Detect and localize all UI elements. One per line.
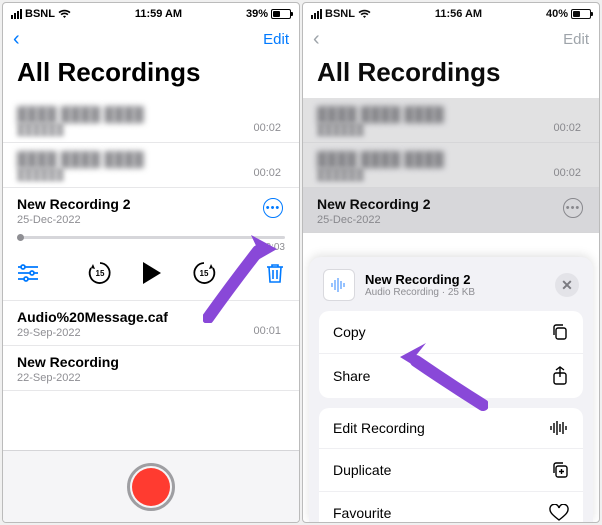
edit-button[interactable]: Edit bbox=[263, 31, 289, 48]
nav-bar: ‹ Edit bbox=[3, 25, 299, 53]
carrier-label: BSNL bbox=[25, 8, 55, 20]
sheet-thumbnail bbox=[323, 269, 355, 301]
waveform-icon bbox=[330, 276, 348, 294]
recording-sub: ██████ bbox=[17, 169, 285, 181]
battery-label: 40% bbox=[546, 8, 568, 20]
share-icon bbox=[551, 366, 569, 386]
play-icon[interactable] bbox=[141, 261, 163, 285]
rewind-15-icon[interactable]: 15 bbox=[87, 260, 113, 286]
recording-duration: 00:02 bbox=[553, 122, 581, 134]
recording-name: ████ ████ ████ bbox=[317, 151, 585, 167]
forward-15-icon[interactable]: 15 bbox=[191, 260, 217, 286]
page-title: All Recordings bbox=[3, 53, 299, 98]
nav-bar: ‹ Edit bbox=[303, 25, 599, 53]
edit-button[interactable]: Edit bbox=[563, 31, 589, 48]
status-bar: BSNL 11:59 AM 39% bbox=[3, 3, 299, 25]
sheet-title: New Recording 2 bbox=[365, 272, 545, 287]
back-button[interactable]: ‹ bbox=[13, 28, 20, 51]
list-item[interactable]: Audio%20Message.caf 29-Sep-2022 00:01 bbox=[3, 301, 299, 346]
close-button[interactable]: ✕ bbox=[555, 273, 579, 297]
list-item[interactable]: New Recording 22-Sep-2022 bbox=[3, 346, 299, 391]
list-item[interactable]: ████ ████ ████ ██████ 00:02 bbox=[303, 143, 599, 188]
clock-label: 11:59 AM bbox=[71, 8, 246, 20]
recording-date: 22-Sep-2022 bbox=[17, 372, 285, 384]
waveform-icon bbox=[549, 420, 569, 436]
record-button[interactable] bbox=[127, 463, 175, 511]
battery-icon bbox=[271, 9, 291, 19]
battery-icon bbox=[571, 9, 591, 19]
recording-name: New Recording bbox=[17, 354, 285, 370]
recording-date: 25-Dec-2022 bbox=[317, 214, 585, 226]
options-icon[interactable] bbox=[17, 264, 39, 282]
heart-icon bbox=[549, 504, 569, 522]
more-button[interactable]: ••• bbox=[563, 198, 583, 218]
battery-label: 39% bbox=[246, 8, 268, 20]
page-title: All Recordings bbox=[303, 53, 599, 98]
menu-label: Copy bbox=[333, 324, 366, 340]
share-sheet: New Recording 2 Audio Recording · 25 KB … bbox=[309, 257, 593, 522]
wifi-icon bbox=[58, 9, 71, 19]
back-button[interactable]: ‹ bbox=[313, 28, 320, 51]
menu-item-share[interactable]: Share bbox=[319, 353, 583, 398]
recording-duration: 00:02 bbox=[253, 167, 281, 179]
wifi-icon bbox=[358, 9, 371, 19]
screenshot-left: BSNL 11:59 AM 39% ‹ Edit All Recordings … bbox=[2, 2, 300, 523]
svg-text:15: 15 bbox=[96, 269, 105, 278]
recording-name: ████ ████ ████ bbox=[17, 151, 285, 167]
signal-icon bbox=[311, 9, 322, 19]
more-button[interactable]: ••• bbox=[263, 198, 283, 218]
recording-date: 25-Dec-2022 bbox=[17, 214, 285, 226]
menu-item-favourite[interactable]: Favourite bbox=[319, 491, 583, 523]
record-toolbar bbox=[3, 450, 299, 522]
recording-name: ████ ████ ████ bbox=[317, 106, 585, 122]
clock-label: 11:56 AM bbox=[371, 8, 546, 20]
recording-sub: ██████ bbox=[317, 169, 585, 181]
list-item[interactable]: ████ ████ ████ ██████ 00:02 bbox=[303, 98, 599, 143]
list-item-expanded[interactable]: New Recording 2 25-Dec-2022 ••• -0:03 15 bbox=[3, 188, 299, 301]
signal-icon bbox=[11, 9, 22, 19]
recordings-list: ████ ████ ████ ██████ 00:02 ████ ████ ██… bbox=[3, 98, 299, 391]
recording-duration: 00:02 bbox=[253, 122, 281, 134]
recording-name: Audio%20Message.caf bbox=[17, 309, 285, 325]
recording-sub: ██████ bbox=[17, 124, 285, 136]
sheet-subtitle: Audio Recording · 25 KB bbox=[365, 287, 545, 298]
time-remaining: -0:03 bbox=[262, 242, 285, 253]
menu-label: Favourite bbox=[333, 505, 391, 521]
recording-name: New Recording 2 bbox=[317, 196, 585, 212]
list-item[interactable]: ████ ████ ████ ██████ 00:02 bbox=[3, 143, 299, 188]
recording-name: New Recording 2 bbox=[17, 196, 285, 212]
carrier-label: BSNL bbox=[325, 8, 355, 20]
recording-duration: 00:01 bbox=[253, 325, 281, 337]
trash-icon[interactable] bbox=[265, 262, 285, 284]
list-item-selected[interactable]: New Recording 2 25-Dec-2022 ••• bbox=[303, 188, 599, 233]
list-item[interactable]: ████ ████ ████ ██████ 00:02 bbox=[3, 98, 299, 143]
recordings-list: ████ ████ ████ ██████ 00:02 ████ ████ ██… bbox=[303, 98, 599, 233]
copy-icon bbox=[551, 323, 569, 341]
menu-item-duplicate[interactable]: Duplicate bbox=[319, 448, 583, 491]
recording-date: 29-Sep-2022 bbox=[17, 327, 285, 339]
menu-item-copy[interactable]: Copy bbox=[319, 311, 583, 353]
recording-sub: ██████ bbox=[317, 124, 585, 136]
menu-label: Duplicate bbox=[333, 462, 391, 478]
duplicate-icon bbox=[551, 461, 569, 479]
svg-text:15: 15 bbox=[200, 269, 209, 278]
recording-name: ████ ████ ████ bbox=[17, 106, 285, 122]
screenshot-right: BSNL 11:56 AM 40% ‹ Edit All Recordings … bbox=[302, 2, 600, 523]
status-bar: BSNL 11:56 AM 40% bbox=[303, 3, 599, 25]
menu-label: Share bbox=[333, 368, 370, 384]
recording-duration: 00:02 bbox=[553, 167, 581, 179]
menu-label: Edit Recording bbox=[333, 420, 425, 436]
scrubber[interactable]: -0:03 bbox=[17, 236, 285, 246]
menu-item-edit[interactable]: Edit Recording bbox=[319, 408, 583, 448]
